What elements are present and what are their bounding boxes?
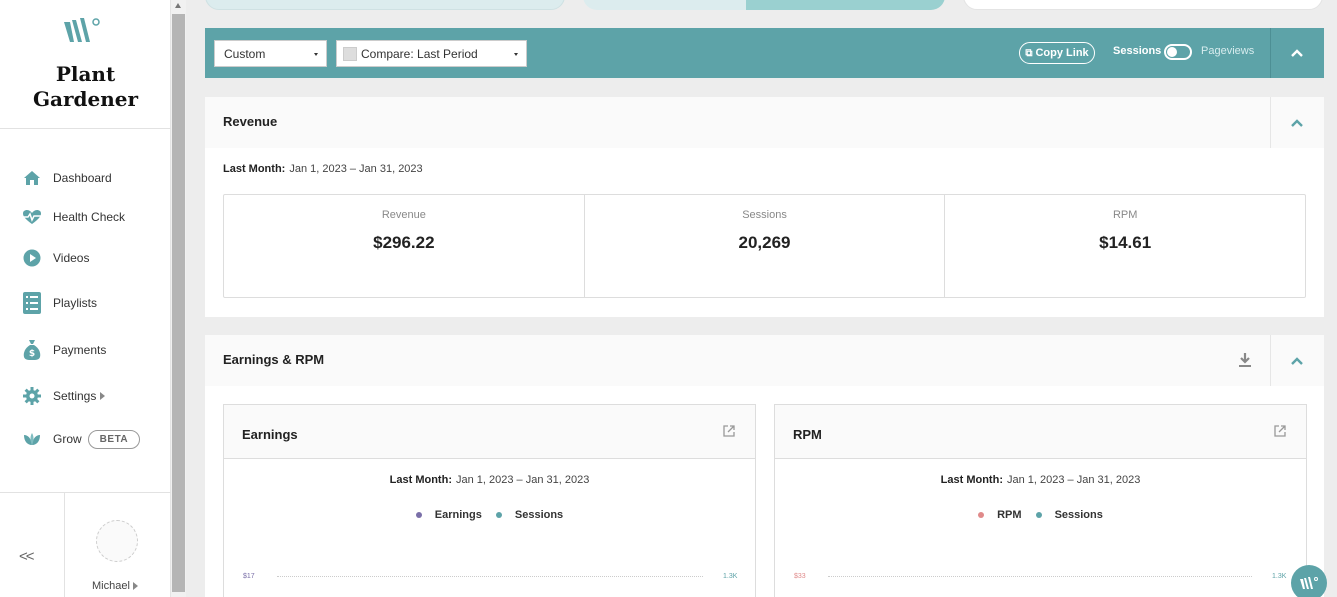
chart-header: Earnings (224, 405, 755, 459)
legend-item-earnings[interactable]: Earnings (415, 509, 482, 521)
compare-checkbox[interactable] (343, 46, 357, 61)
divider (1270, 335, 1271, 386)
beta-badge: BETA (87, 429, 141, 449)
brand-logo-icon (1300, 577, 1318, 589)
sidebar-item-grow[interactable]: Grow BETA (22, 427, 141, 451)
open-external-icon[interactable] (723, 425, 735, 437)
sidebar-item-videos[interactable]: Videos (22, 246, 89, 270)
date-range-label: Last Month: Jan 1, 2023 – Jan 31, 2023 (223, 163, 423, 175)
earnings-rpm-panel: Earnings & RPM Earnings Last Month: Jan 1… (205, 335, 1324, 597)
panel-header: Earnings & RPM (205, 335, 1324, 386)
legend-item-sessions[interactable]: Sessions (495, 509, 563, 521)
divider (1270, 28, 1271, 78)
brand-logo-icon (64, 18, 100, 42)
y-axis-right-label: 1.3K (723, 573, 738, 580)
legend-dot (495, 512, 502, 518)
avatar[interactable] (96, 520, 138, 562)
play-circle-icon (22, 248, 42, 268)
panel-title: Revenue (223, 114, 278, 129)
y-axis-left-label: $17 (243, 573, 255, 580)
chart-legend: RPM Sessions (775, 509, 1306, 521)
copy-link-button[interactable]: ⧉ Copy Link (1019, 42, 1095, 64)
panel-title: Earnings & RPM (223, 352, 325, 367)
chevron-up-icon[interactable] (1291, 117, 1303, 129)
dropdown-arrow-icon (314, 53, 318, 56)
brand-name[interactable]: Plant Gardener (0, 62, 171, 112)
sidebar-item-health-check[interactable]: Health Check (22, 205, 125, 229)
gridline (828, 576, 1252, 577)
stats-row: Revenue $296.22 Sessions 20,269 RPM $14.… (223, 194, 1306, 298)
sidebar-item-dashboard[interactable]: Dashboard (22, 166, 112, 190)
user-menu[interactable]: Michael (92, 580, 138, 592)
gridline (277, 576, 703, 577)
toggle-label-pageviews: Pageviews (1201, 45, 1255, 57)
toggle-knob (1167, 47, 1177, 57)
divider (1270, 97, 1271, 148)
panel-header: Revenue (205, 97, 1324, 148)
summary-card (583, 0, 945, 10)
open-external-icon[interactable] (1274, 425, 1286, 437)
divider (0, 128, 171, 129)
stat-revenue: Revenue $296.22 (224, 195, 585, 297)
date-range-label: Last Month: Jan 1, 2023 – Jan 31, 2023 (389, 474, 590, 486)
copy-icon: ⧉ (1025, 47, 1033, 59)
legend-dot (978, 512, 985, 518)
chart-header: RPM (775, 405, 1306, 459)
legend-item-sessions[interactable]: Sessions (1035, 509, 1103, 521)
compare-select[interactable]: Compare: Last Period (336, 40, 527, 67)
summary-card (963, 0, 1323, 10)
y-axis-right-label: 1.3K (1272, 573, 1287, 580)
rpm-chart-card: RPM Last Month: Jan 1, 2023 – Jan 31, 202… (774, 404, 1307, 597)
download-icon[interactable] (1238, 352, 1252, 368)
caret-right-icon (132, 582, 138, 590)
chevron-up-icon[interactable] (1291, 47, 1303, 59)
legend-dot (415, 512, 422, 518)
summary-card (205, 0, 565, 10)
list-icon (22, 292, 42, 314)
earnings-chart-card: Earnings Last Month: Jan 1, 2023 – Jan 31… (223, 404, 756, 597)
legend-dot (1035, 512, 1042, 518)
date-range-label: Last Month: Jan 1, 2023 – Jan 31, 2023 (940, 474, 1141, 486)
dropdown-arrow-icon (514, 53, 518, 56)
filter-bar: Custom Compare: Last Period ⧉ Copy Link … (205, 28, 1324, 78)
chart-legend: Earnings Sessions (224, 509, 755, 521)
svg-text:$: $ (29, 349, 35, 359)
chart-title: RPM (793, 427, 822, 442)
toggle-label-sessions: Sessions (1113, 45, 1162, 57)
scroll-up-arrow-icon[interactable] (175, 3, 181, 8)
stat-sessions: Sessions 20,269 (585, 195, 946, 297)
sidebar: Plant Gardener Dashboard Health Check Vi… (0, 0, 171, 597)
chart-title: Earnings (242, 427, 298, 442)
user-name: Michael (92, 580, 130, 592)
sidebar-item-playlists[interactable]: Playlists (22, 291, 97, 315)
chevron-up-icon[interactable] (1291, 355, 1303, 367)
y-axis-left-label: $33 (794, 573, 806, 580)
sidebar-item-settings[interactable]: Settings (22, 384, 106, 408)
divider (64, 492, 65, 597)
date-range-select[interactable]: Custom (214, 40, 327, 67)
help-chat-button[interactable] (1291, 565, 1327, 597)
money-bag-icon: $ (22, 340, 42, 360)
collapse-sidebar-button[interactable]: << (19, 548, 34, 565)
caret-right-icon (100, 392, 106, 400)
scrollbar[interactable] (171, 0, 186, 597)
legend-item-rpm[interactable]: RPM (978, 509, 1022, 521)
leaf-icon (22, 429, 42, 449)
sessions-pageviews-toggle[interactable] (1164, 44, 1192, 60)
home-icon (22, 168, 42, 188)
heartbeat-icon (22, 207, 42, 227)
sidebar-item-payments[interactable]: $ Payments (22, 338, 106, 362)
scrollbar-thumb[interactable] (172, 14, 185, 592)
stat-rpm: RPM $14.61 (1099, 209, 1152, 252)
gear-icon (22, 386, 42, 406)
revenue-panel: Revenue Last Month: Jan 1, 2023 – Jan 31,… (205, 97, 1324, 317)
divider (0, 492, 171, 493)
